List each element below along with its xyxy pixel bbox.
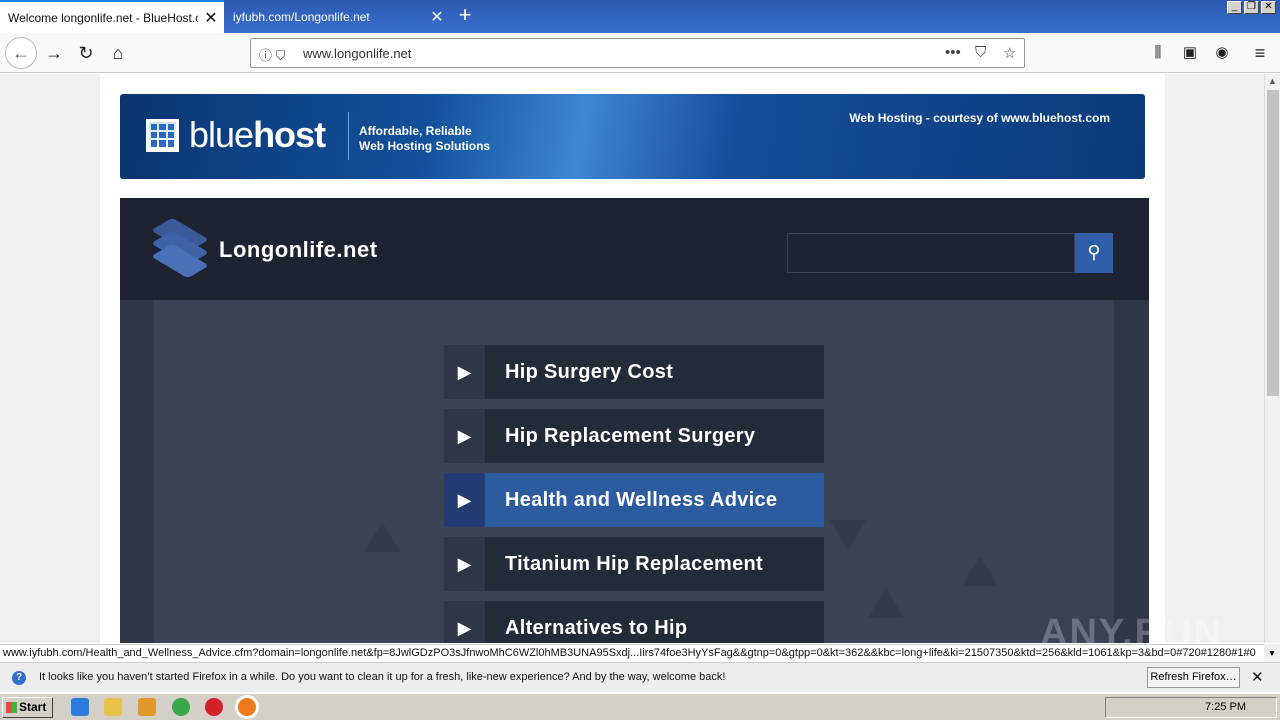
tab-label: Welcome longonlife.net - BlueHost.com — [8, 10, 198, 25]
scroll-up-icon[interactable]: ▲ — [1268, 76, 1277, 86]
new-tab-button[interactable]: + — [452, 4, 478, 28]
site-body: ▶ Hip Surgery Cost ▶ Hip Replacement Surge… — [154, 300, 1114, 643]
library-icon[interactable]: ⫼ — [1144, 39, 1172, 67]
folder-icon[interactable] — [104, 698, 122, 716]
play-arrow-icon: ▶ — [444, 473, 485, 527]
ie-icon[interactable] — [71, 698, 89, 716]
pocket-icon[interactable]: ⛉ — [975, 44, 986, 61]
menu-item-hip-replacement-surgery[interactable]: ▶ Hip Replacement Surgery — [444, 409, 824, 463]
bluehost-banner[interactable]: bluehost Affordable, Reliable Web Hostin… — [120, 94, 1145, 179]
scroll-down-icon[interactable]: ▼ — [1264, 644, 1280, 662]
parked-site: Longonlife.net ⚲ ▶ Hip Surgery Cost ▶ Hip … — [120, 198, 1149, 643]
close-tab-icon[interactable]: ✕ — [198, 8, 224, 28]
sidebar-icon[interactable]: ▣ — [1176, 39, 1204, 67]
chrome-icon[interactable] — [172, 698, 190, 716]
menu-item-alternatives-to-hip[interactable]: ▶ Alternatives to Hip — [444, 601, 824, 643]
notification-message: It looks like you haven’t started Firefo… — [39, 671, 726, 683]
vertical-scrollbar[interactable]: ▲ — [1264, 74, 1280, 643]
layers-logo-icon — [151, 217, 209, 280]
tab-bluehost[interactable]: Welcome longonlife.net - BlueHost.com ✕ — [0, 0, 224, 33]
page-viewport: bluehost Affordable, Reliable Web Hostin… — [0, 74, 1264, 643]
site-name: Longonlife.net — [219, 237, 378, 262]
site-header: Longonlife.net ⚲ — [120, 198, 1149, 300]
page: bluehost Affordable, Reliable Web Hostin… — [100, 74, 1165, 643]
menu-item-titanium-hip-replacement[interactable]: ▶ Titanium Hip Replacement — [444, 537, 824, 591]
menu-icon[interactable]: ≡ — [1246, 39, 1274, 67]
decor-triangle — [868, 588, 904, 618]
banner-divider — [348, 112, 349, 160]
opera-icon[interactable] — [205, 698, 223, 716]
back-button[interactable]: ← — [5, 37, 37, 69]
tab-bar: Welcome longonlife.net - BlueHost.com ✕ … — [0, 0, 1280, 33]
search-icon: ⚲ — [1087, 242, 1101, 262]
firefox-icon[interactable] — [238, 698, 256, 716]
notification-bar: ? It looks like you haven’t started Fire… — [0, 662, 1280, 692]
close-window-button[interactable]: ✕ — [1261, 1, 1276, 14]
scroll-thumb[interactable] — [1267, 90, 1279, 396]
play-arrow-icon: ▶ — [444, 345, 485, 399]
status-url: www.iyfubh.com/Health_and_Wellness_Advic… — [0, 644, 1264, 662]
close-icon[interactable]: ✕ — [1251, 668, 1264, 686]
decor-triangle — [962, 556, 998, 586]
url-text: www.longonlife.net — [303, 46, 412, 61]
banner-tagline: Affordable, Reliable Web Hosting Solutio… — [359, 124, 491, 153]
account-icon[interactable]: ◉ — [1208, 39, 1236, 67]
home-button[interactable]: ⌂ — [104, 39, 132, 67]
play-arrow-icon: ▶ — [444, 601, 485, 643]
refresh-firefox-button[interactable]: Refresh Firefox… — [1147, 667, 1240, 688]
menu-item-health-and-wellness-advice[interactable]: ▶ Health and Wellness Advice — [444, 473, 824, 527]
play-arrow-icon: ▶ — [444, 409, 485, 463]
search-button[interactable]: ⚲ — [1075, 233, 1113, 273]
link-menu: ▶ Hip Surgery Cost ▶ Hip Replacement Surge… — [444, 345, 824, 643]
nav-bar: ← → ↻ ⌂ ⓘ ⛉ www.longonlife.net ••• ⛉ ☆ ⫼… — [0, 33, 1280, 73]
close-tab-icon[interactable]: ✕ — [424, 7, 450, 27]
taskbar: Start 7:25 PM — [0, 693, 1280, 720]
play-arrow-icon: ▶ — [444, 537, 485, 591]
decor-triangle — [830, 520, 866, 550]
bluehost-grid-icon — [146, 118, 179, 152]
media-player-icon[interactable] — [138, 698, 156, 716]
url-bar[interactable]: ⓘ ⛉ www.longonlife.net ••• ⛉ ☆ — [250, 38, 1025, 68]
bookmark-star-icon[interactable]: ☆ — [1003, 44, 1016, 62]
start-button[interactable]: Start — [2, 697, 53, 718]
search-input[interactable] — [787, 233, 1075, 273]
window-controls: _ ❐ ✕ — [1227, 1, 1276, 14]
tab-iyfubh[interactable]: iyfubh.com/Longonlife.net ✕ — [225, 0, 450, 33]
banner-courtesy: Web Hosting - courtesy of www.bluehost.c… — [849, 111, 1110, 125]
site-info-icon[interactable]: ⓘ ⛉ — [259, 45, 285, 64]
windows-logo-icon — [6, 702, 17, 713]
bluehost-wordmark: bluehost — [189, 114, 326, 155]
menu-item-hip-surgery-cost[interactable]: ▶ Hip Surgery Cost — [444, 345, 824, 399]
clock: 7:25 PM — [1205, 701, 1246, 713]
reload-button[interactable]: ↻ — [72, 39, 100, 67]
screen: Welcome longonlife.net - BlueHost.com ✕ … — [0, 0, 1280, 720]
bluehost-logo: bluehost — [146, 114, 326, 155]
decor-triangle — [364, 522, 400, 552]
forward-button[interactable]: → — [40, 39, 68, 67]
tab-label: iyfubh.com/Longonlife.net — [233, 9, 370, 24]
system-tray: 7:25 PM — [1105, 697, 1277, 718]
maximize-button[interactable]: ❐ — [1244, 1, 1259, 14]
page-actions-icon[interactable]: ••• — [945, 44, 961, 61]
question-icon: ? — [12, 671, 26, 685]
minimize-button[interactable]: _ — [1227, 1, 1242, 14]
